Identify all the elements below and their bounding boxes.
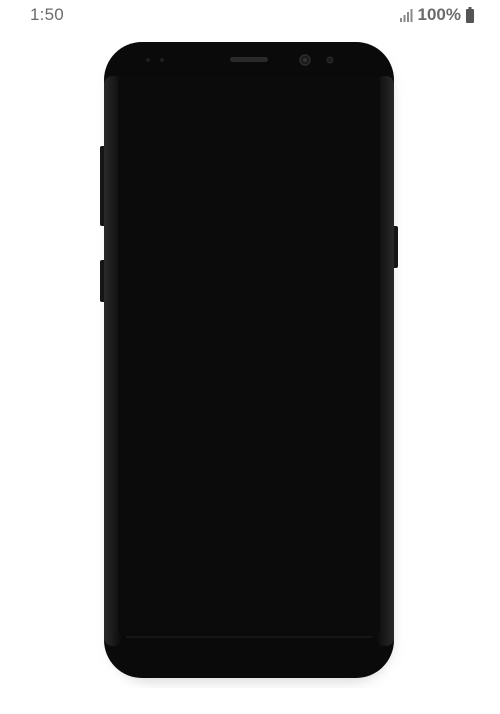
signal-bars-icon	[399, 9, 413, 22]
phone-frame	[100, 42, 398, 682]
bottom-bezel-line	[126, 636, 372, 638]
sensor-dot-icon	[160, 58, 164, 62]
camera-lens-icon	[303, 58, 307, 62]
iris-scanner-icon	[326, 56, 334, 64]
status-time: 1:50	[30, 5, 64, 24]
sensor-dot-icon	[146, 58, 150, 62]
earpiece-speaker	[230, 57, 268, 62]
status-bar: 1:50 100%	[0, 0, 500, 32]
phone-mockup	[96, 38, 406, 688]
status-indicators: 100%	[399, 5, 474, 25]
battery-percentage: 100%	[417, 5, 461, 24]
battery-full-icon	[466, 7, 474, 23]
device-preview-screen: 1:50 100%	[0, 0, 500, 714]
phone-screen	[118, 76, 380, 636]
